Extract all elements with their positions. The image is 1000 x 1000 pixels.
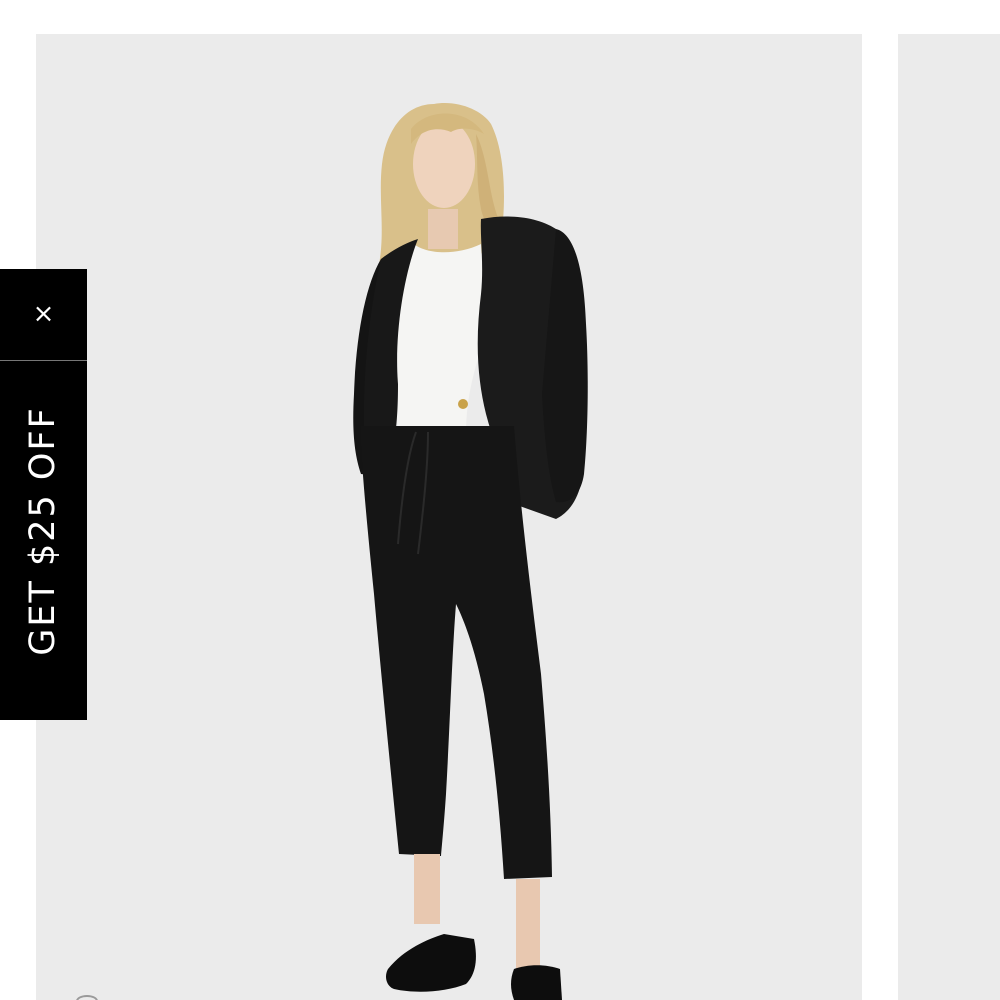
close-icon[interactable]: ×	[0, 269, 87, 360]
carousel-indicator[interactable]	[76, 995, 98, 1000]
product-image[interactable]	[36, 34, 862, 1000]
model-figure	[353, 103, 588, 1000]
promo-label: GET $25 OFF	[23, 406, 63, 656]
promo-offer-button[interactable]: GET $25 OFF	[0, 361, 87, 720]
product-page: × GET $25 OFF	[0, 0, 1000, 1000]
promo-tab: × GET $25 OFF	[0, 269, 87, 720]
next-product-image[interactable]	[898, 34, 1000, 1000]
